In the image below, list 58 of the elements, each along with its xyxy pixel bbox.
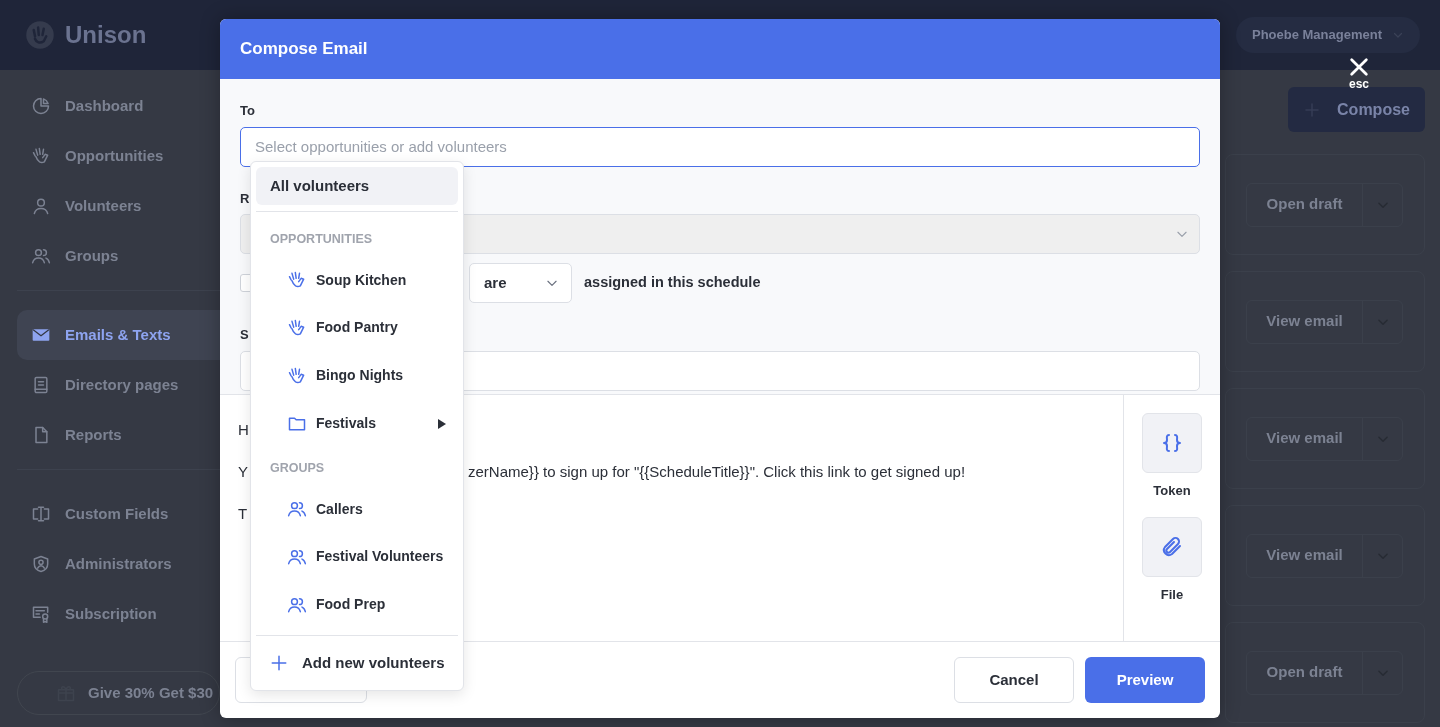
shield-icon	[31, 554, 51, 574]
braces-icon	[1160, 431, 1184, 455]
promo-text: Give 30% Get $30	[88, 682, 214, 703]
app-logo: Unison	[65, 20, 147, 50]
tool-label: File	[1160, 585, 1184, 604]
recipient-field[interactable]: Select opportunities or add volunteers	[240, 126, 1200, 167]
menu-item[interactable]: All volunteers	[256, 167, 458, 206]
compose-button[interactable]: Compose	[1288, 87, 1425, 132]
pie-chart-icon	[31, 96, 51, 116]
sidebar-item[interactable]: Dashboard	[17, 81, 220, 131]
sidebar-item[interactable]: Reports	[17, 410, 220, 460]
hand-icon	[287, 317, 307, 338]
sidebar-item[interactable]: Opportunities	[17, 131, 220, 181]
field-label: R	[240, 189, 250, 208]
document-icon	[31, 375, 51, 395]
menu-item[interactable]: Soup Kitchen	[256, 256, 458, 304]
menu-item[interactable]: Food Pantry	[256, 303, 458, 352]
message-text: H	[238, 420, 249, 440]
filter-text: assigned in this schedule	[584, 273, 761, 293]
menu-item[interactable]: Bingo Nights	[256, 351, 458, 400]
sidebar-item[interactable]: Emails & Texts	[17, 310, 220, 360]
menu-heading: OPPORTUNITIES	[269, 231, 374, 249]
sidebar-item[interactable]: Administrators	[17, 539, 220, 589]
menu-item[interactable]: Festivals	[256, 399, 458, 448]
message-text: zerName}} to sign up for "{{ScheduleTitle}}". Click this link to get signed up!	[468, 462, 966, 482]
sidebar-item[interactable]: Subscription	[17, 589, 220, 639]
add-volunteers-item[interactable]: Add new volunteers	[256, 641, 458, 685]
sidebar-item[interactable]: Volunteers	[17, 181, 220, 231]
sidebar-item[interactable]: Custom Fields	[17, 489, 220, 539]
dialog-title: Compose Email	[220, 19, 1220, 79]
caret-right-icon	[436, 417, 446, 430]
cancel-button[interactable]: Cancel	[954, 657, 1074, 703]
sidebar-item[interactable]: Directory pages	[17, 360, 220, 410]
plus-icon	[270, 654, 288, 673]
preview-button[interactable]: Preview	[1085, 657, 1205, 703]
account-menu[interactable]: Phoebe Management	[1235, 17, 1420, 53]
hand-icon	[287, 365, 307, 386]
paperclip-icon	[1160, 534, 1184, 559]
message-text: Y	[238, 462, 248, 482]
field-label: To	[240, 102, 255, 120]
condition-select[interactable]: are	[469, 263, 572, 303]
field-label: S	[240, 326, 249, 344]
menu-item[interactable]: Festival Volunteers	[256, 532, 458, 581]
people-icon	[31, 246, 51, 266]
menu-heading: GROUPS	[269, 460, 326, 478]
menu-item[interactable]: Callers	[256, 485, 458, 533]
tool-button[interactable]	[1142, 516, 1202, 577]
person-icon	[31, 196, 51, 216]
hand-icon	[31, 146, 51, 166]
sidebar-item[interactable]: Groups	[17, 231, 220, 281]
tool-button[interactable]	[1142, 413, 1202, 473]
message-text: T	[238, 504, 248, 524]
tool-label: Token	[1153, 482, 1191, 500]
certificate-icon	[31, 604, 51, 624]
menu-item[interactable]: Food Prep	[256, 580, 458, 629]
text-field-icon	[31, 504, 51, 524]
close-icon	[1348, 56, 1370, 78]
account-name: Phoebe Management	[1251, 26, 1382, 45]
